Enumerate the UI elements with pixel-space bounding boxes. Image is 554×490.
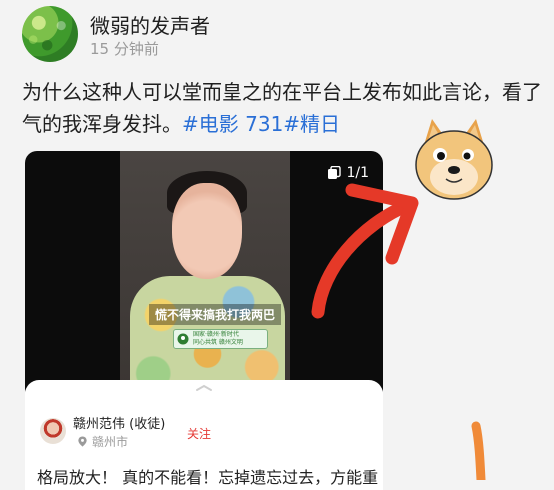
page-counter: 1/1 — [327, 165, 369, 181]
copy-icon — [328, 166, 342, 179]
location-pin-icon — [78, 436, 87, 447]
video-subtitle: 慌不得来搞我打我两巴 — [149, 304, 282, 325]
commenter-name[interactable]: 赣州范伟 (收徒) — [73, 413, 165, 432]
commenter-avatar[interactable] — [40, 418, 66, 444]
comment-text: 格局放大！ 真的不能看！忘掉遗忘过去，方能重 — [37, 468, 379, 487]
post-time: 15 分钟前 — [90, 40, 159, 58]
location-badge: 国家·赣州·新时代 同心共筑 赣州文明 — [173, 329, 268, 349]
orange-mark-icon — [471, 421, 486, 480]
badge-line-2: 同心共筑 赣州文明 — [193, 339, 243, 346]
location-pin-icon — [177, 333, 189, 345]
doge-emoji — [415, 119, 493, 200]
commenter-location: 赣州市 — [77, 433, 128, 450]
user-avatar[interactable] — [22, 6, 78, 62]
person-head — [172, 183, 242, 279]
badge-text: 国家·赣州·新时代 同心共筑 赣州文明 — [193, 331, 243, 347]
comment-card: 赣州范伟 (收徒) 关注 赣州市 格局放大！ 真的不能看！忘掉遗忘过去，方能重 — [25, 380, 383, 490]
commenter-location-text: 赣州市 — [92, 435, 129, 449]
follow-button[interactable]: 关注 — [187, 425, 211, 442]
page-counter-text: 1/1 — [346, 165, 369, 181]
hashtag-link[interactable]: #电影 731#精日 — [182, 112, 340, 136]
badge-line-1: 国家·赣州·新时代 — [193, 331, 239, 338]
drag-handle-icon[interactable] — [195, 384, 213, 392]
video-card[interactable]: 1/1 慌不得来搞我打我两巴 国家·赣州·新时代 同心共筑 赣州文明 — [25, 151, 383, 401]
user-name[interactable]: 微弱的发声者 — [90, 10, 210, 39]
